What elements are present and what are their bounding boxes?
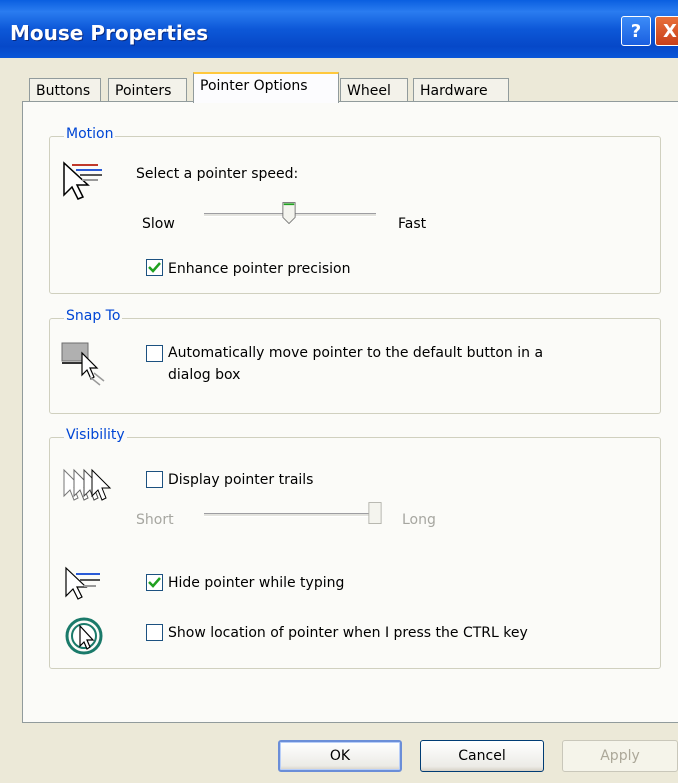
pointer-trails-checkbox[interactable] [146, 471, 163, 488]
trail-length-slider[interactable] [204, 513, 380, 517]
close-button[interactable]: X [655, 16, 678, 46]
tab-panel: Motion Select a pointer speed: Slow Fast… [22, 101, 678, 723]
pointer-speed-prompt: Select a pointer speed: [136, 166, 299, 182]
trail-long-label: Long [402, 512, 436, 528]
trail-length-slider-thumb[interactable] [368, 501, 382, 525]
window-title: Mouse Properties [10, 21, 209, 45]
visibility-group-title: Visibility [64, 427, 127, 443]
title-bar[interactable]: Mouse Properties ? X [0, 0, 678, 58]
show-location-label: Show location of pointer when I press th… [168, 625, 528, 641]
hide-pointer-label: Hide pointer while typing [168, 575, 345, 591]
apply-button[interactable]: Apply [562, 740, 678, 772]
snap-to-group-title: Snap To [64, 308, 123, 324]
checkmark-icon [148, 262, 161, 273]
ok-button[interactable]: OK [278, 740, 402, 772]
snap-to-group: Snap To Automatically move pointer to th… [49, 308, 661, 414]
checkmark-icon [148, 577, 161, 588]
enhance-precision-checkbox[interactable] [146, 259, 163, 276]
hide-pointer-icon [65, 566, 100, 600]
cancel-button[interactable]: Cancel [420, 740, 544, 772]
motion-group: Motion Select a pointer speed: Slow Fast… [49, 126, 661, 294]
show-location-checkbox[interactable] [146, 624, 163, 641]
visibility-group: Visibility Display pointer trails Short … [49, 427, 661, 669]
tab-pointer-options[interactable]: Pointer Options [193, 72, 339, 103]
speed-slow-label: Slow [142, 216, 175, 232]
snap-to-icon [61, 342, 105, 386]
snap-to-label-line2: dialog box [168, 367, 241, 383]
hide-pointer-checkbox[interactable] [146, 574, 163, 591]
pointer-speed-slider-thumb[interactable] [282, 201, 296, 225]
snap-to-checkbox[interactable] [146, 345, 163, 362]
trail-short-label: Short [136, 512, 174, 528]
speed-fast-label: Fast [398, 216, 427, 232]
pointer-speed-icon [63, 161, 102, 200]
motion-group-title: Motion [64, 126, 116, 142]
enhance-precision-label: Enhance pointer precision [168, 261, 351, 277]
snap-to-label-line1: Automatically move pointer to the defaul… [168, 345, 544, 361]
pointer-trails-icon [63, 468, 112, 501]
show-location-icon [65, 617, 103, 655]
pointer-trails-label: Display pointer trails [168, 472, 314, 488]
help-button[interactable]: ? [621, 16, 651, 46]
mouse-properties-window: Mouse Properties ? X Buttons Pointers Po… [0, 0, 678, 783]
